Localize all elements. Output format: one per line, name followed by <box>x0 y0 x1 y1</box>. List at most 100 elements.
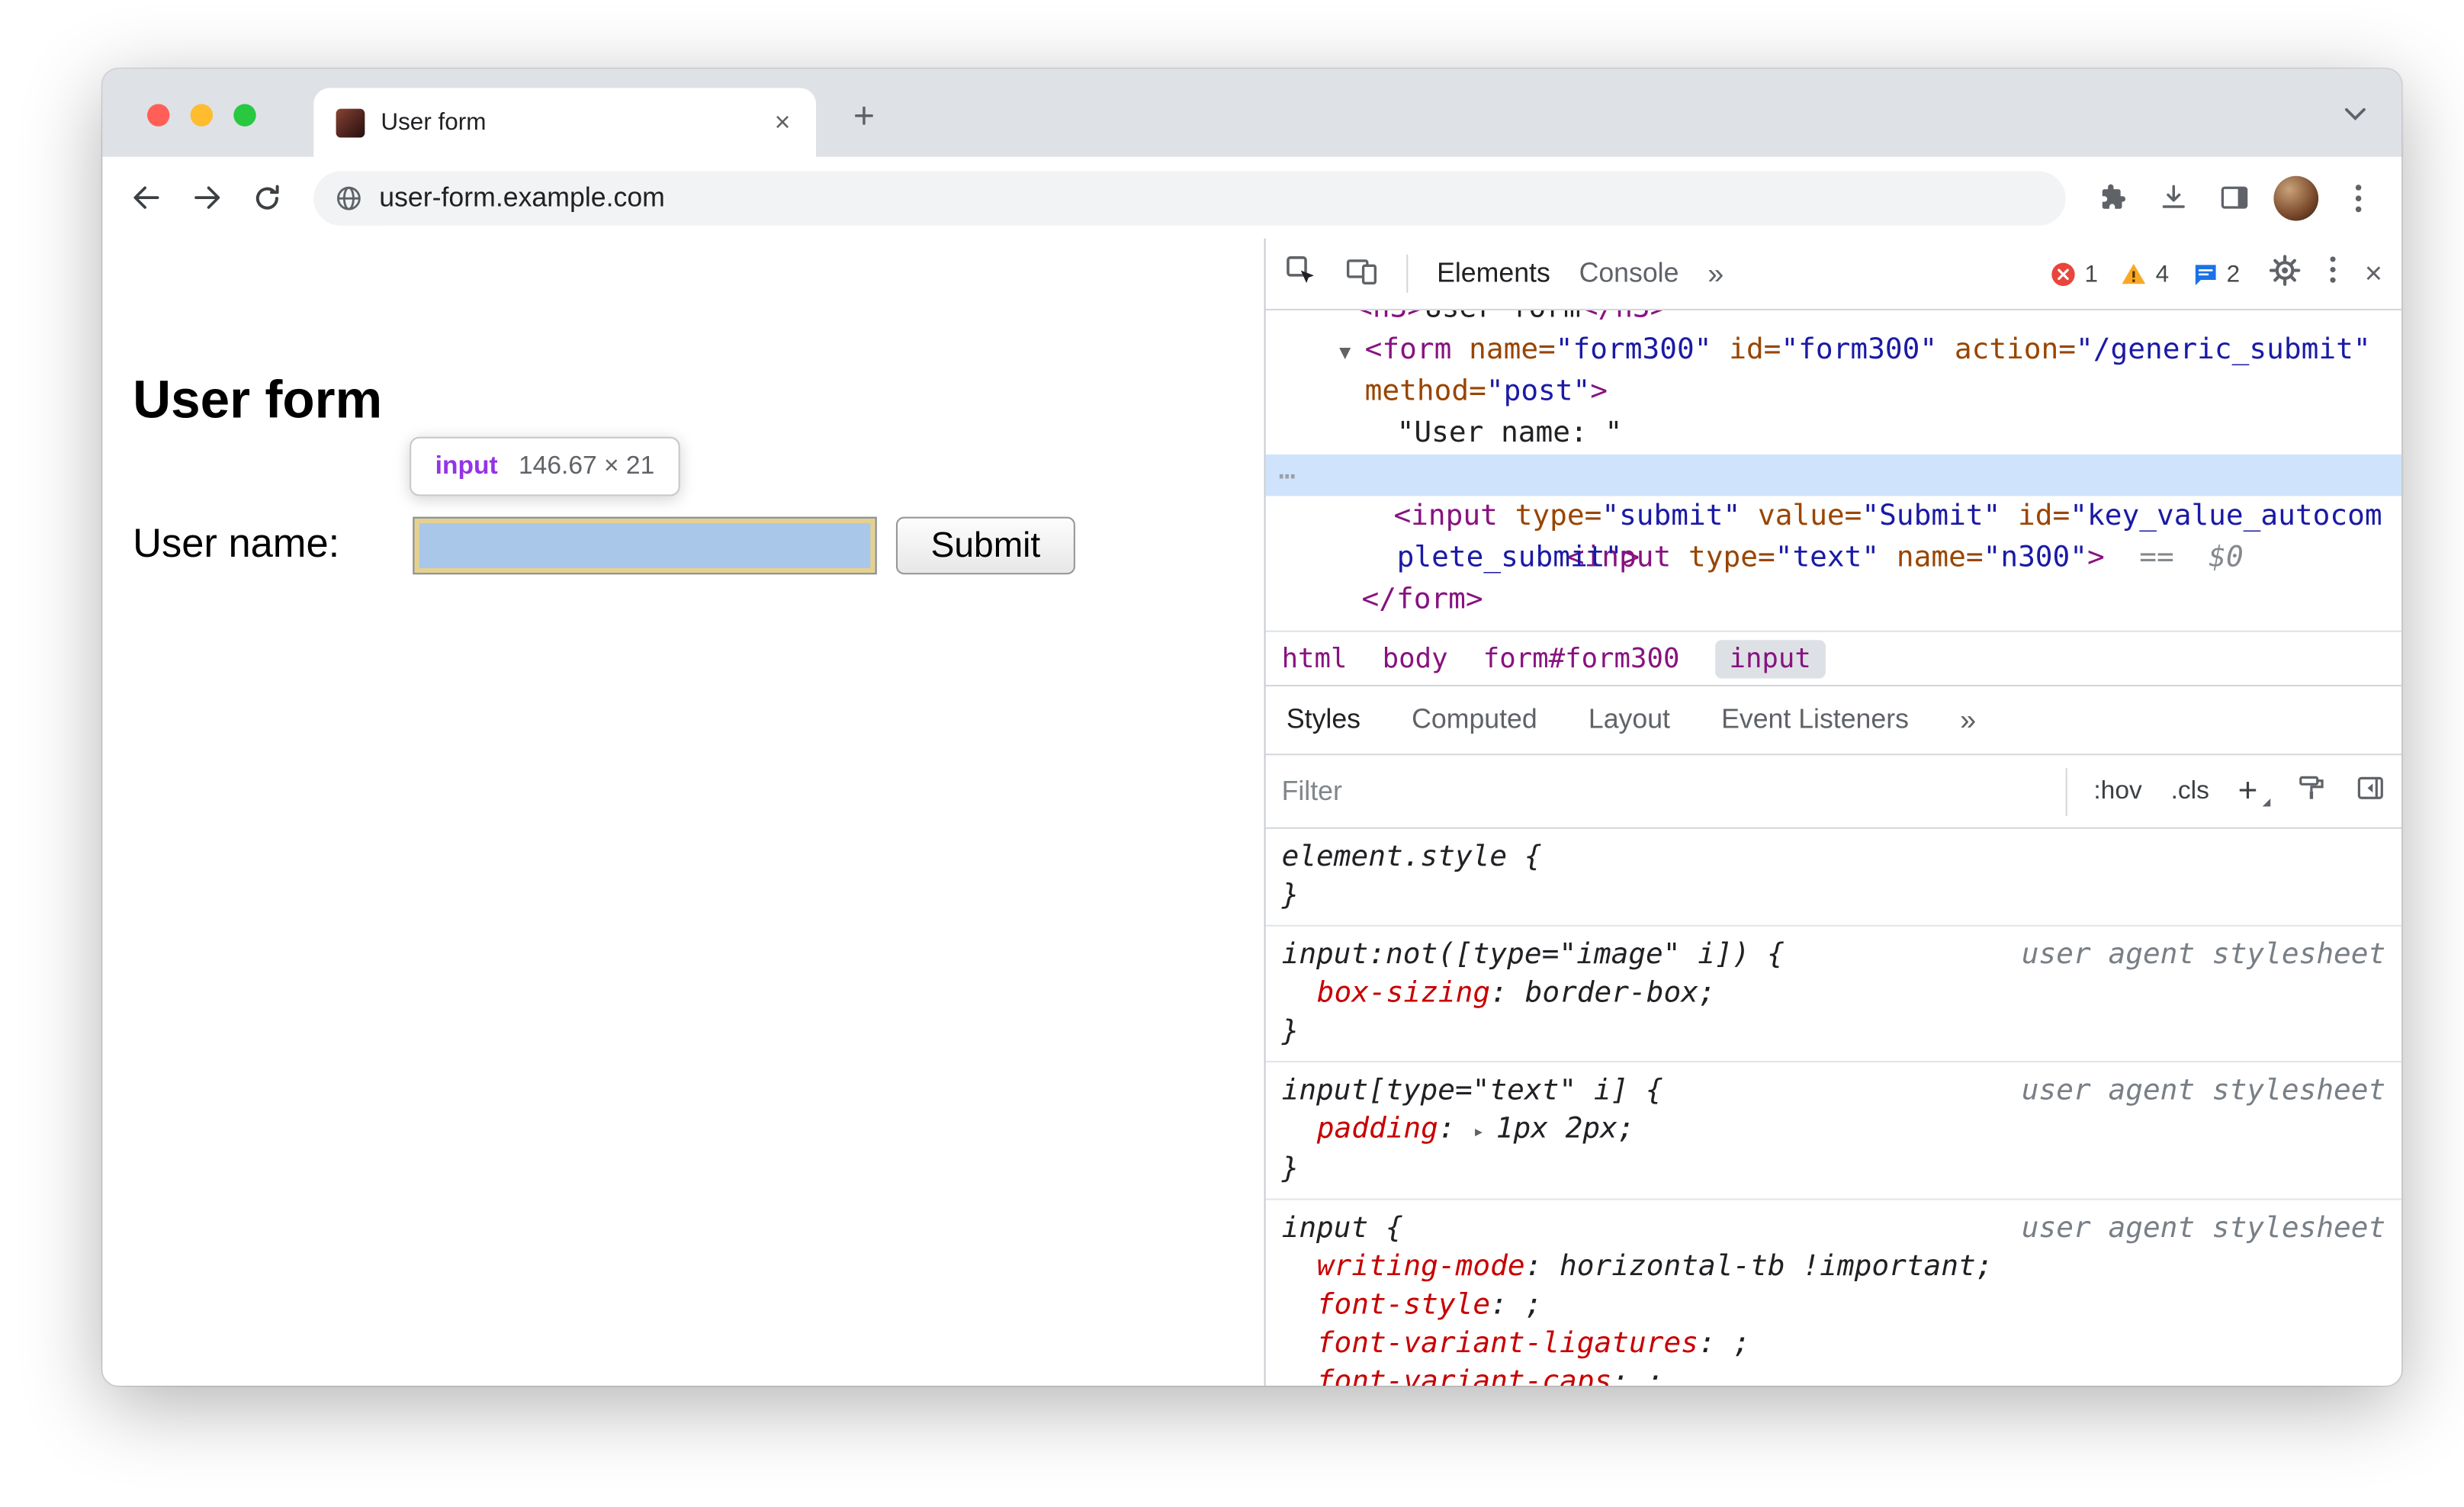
devtools-close-button[interactable]: × <box>2365 259 2382 289</box>
dom-tree-line-form-close[interactable]: </form> <box>1266 580 2402 622</box>
reload-button[interactable] <box>240 170 294 224</box>
reload-icon <box>255 184 279 209</box>
dom-tree-line-clipped[interactable]: <h3>User form</h3> <box>1266 310 2402 329</box>
token-val: plete_submit" <box>1396 541 1623 575</box>
side-panel-button[interactable] <box>2206 170 2260 224</box>
downloads-button[interactable] <box>2146 170 2200 224</box>
tab-close-icon[interactable]: × <box>771 107 793 139</box>
dom-tree-line-submit-input[interactable]: <input type="submit" value="Submit" id="… <box>1266 496 2402 538</box>
browser-tab[interactable]: User form × <box>313 88 817 157</box>
profile-avatar[interactable] <box>2273 175 2319 220</box>
token-tag: <h3> <box>1355 310 1425 325</box>
token-attr: method= <box>1364 374 1486 409</box>
error-icon <box>2051 262 2075 285</box>
tab-event-listeners[interactable]: Event Listeners <box>1721 704 1909 736</box>
css-declaration-font-variant-ligatures[interactable]: font-variant-ligatures: ; <box>1282 1325 2386 1363</box>
devtools-toolbar: Elements Console » 1 4 2 × <box>1265 239 2402 311</box>
toggle-hov-button[interactable]: :hov <box>2093 777 2141 806</box>
window-close-button[interactable] <box>147 104 170 127</box>
devtools-panel: Elements Console » 1 4 2 × ▼ <form name=… <box>1264 238 2402 1386</box>
style-rule-input: input { user agent stylesheet writing-mo… <box>1266 1200 2402 1386</box>
token-attr: name= <box>1451 333 1556 367</box>
css-declaration-font-variant-caps[interactable]: font-variant-caps: ; <box>1282 1364 2386 1386</box>
rendering-emulation-button[interactable] <box>2296 772 2327 810</box>
error-badge[interactable]: 1 <box>2049 260 2098 288</box>
devtools-settings-button[interactable] <box>2269 254 2301 294</box>
css-declaration-writing-mode[interactable]: writing-mode: horizontal-tb !important; <box>1282 1248 2386 1287</box>
rule-selector[interactable]: input:not([type="image" i]) { <box>1282 936 1785 974</box>
rule-origin: user agent stylesheet <box>2021 937 2386 972</box>
token-txt: "User name: " <box>1396 416 1623 450</box>
more-sidebar-tabs-icon[interactable]: » <box>1960 703 1976 737</box>
dom-tree-line-submit-wrap[interactable]: plete_submit"> <box>1266 538 2402 580</box>
browser-toolbar: user-form.example.com <box>102 156 2402 239</box>
tab-computed[interactable]: Computed <box>1412 704 1537 736</box>
side-panel-icon <box>2220 186 2247 209</box>
breadcrumb-form[interactable]: form#form300 <box>1483 642 1680 674</box>
inspect-element-button[interactable] <box>1285 254 1317 294</box>
token-tag: </h3> <box>1581 310 1668 325</box>
kebab-menu-icon <box>2330 256 2336 283</box>
styles-filter-input[interactable] <box>1281 775 2067 808</box>
token-pv: : ; <box>1698 1326 1751 1361</box>
message-badge[interactable]: 2 <box>2191 260 2240 288</box>
styles-pane: element.style { } input:not([type="image… <box>1265 827 2402 1386</box>
rule-selector[interactable]: input { <box>1282 1210 1403 1248</box>
forward-button[interactable] <box>179 170 233 224</box>
dom-tree-line-form-open[interactable]: ▼ <form name="form300" id="form300" actio… <box>1266 329 2402 371</box>
breadcrumb-body[interactable]: body <box>1383 642 1448 674</box>
error-count: 1 <box>2084 259 2099 288</box>
window-content: User form input 146.67 × 21 User name: S… <box>102 238 2402 1386</box>
token-attr: id= <box>2000 499 2070 533</box>
token-pv: : ; <box>1611 1364 1664 1386</box>
css-declaration-font-style[interactable]: font-style: ; <box>1282 1287 2386 1325</box>
username-input[interactable] <box>413 516 877 575</box>
tab-styles[interactable]: Styles <box>1287 704 1361 736</box>
globe-icon <box>336 185 361 210</box>
rule-origin: user agent stylesheet <box>2021 1211 2386 1245</box>
dom-tree-line-input-selected[interactable]: … <input type="text" name="n300"> == $0 <box>1265 453 2402 574</box>
tab-search-chevron-icon[interactable] <box>2344 101 2366 130</box>
tab-layout[interactable]: Layout <box>1589 704 1670 736</box>
css-declaration-box-sizing[interactable]: box-sizing: border-box; <box>1282 975 2386 1013</box>
device-toolbar-button[interactable] <box>1346 254 1378 294</box>
token-prop: font-variant-caps <box>1316 1364 1612 1386</box>
rule-close-brace: } <box>1281 878 1299 912</box>
devtools-menu-button[interactable] <box>2330 256 2336 291</box>
toggle-cls-button[interactable]: .cls <box>2171 777 2209 806</box>
breadcrumb-input[interactable]: input <box>1714 639 1826 678</box>
extensions-button[interactable] <box>2085 170 2139 224</box>
tab-console[interactable]: Console <box>1579 258 1679 290</box>
dom-tree-line-form-wrap[interactable]: method="post"> <box>1266 371 2402 413</box>
new-tab-button[interactable]: + <box>838 89 889 140</box>
row-overflow-icon[interactable]: … <box>1278 450 1297 492</box>
token-sel: input[type="text" i] { <box>1281 1073 1663 1107</box>
web-page: User form input 146.67 × 21 User name: S… <box>102 238 1264 1386</box>
tab-strip: User form × + <box>102 69 2402 157</box>
token-pv: : horizontal-tb !important; <box>1524 1249 1993 1284</box>
rule-selector[interactable]: input[type="text" i] { <box>1282 1072 1663 1110</box>
breadcrumb-html[interactable]: html <box>1282 642 1348 674</box>
window-zoom-button[interactable] <box>233 104 256 127</box>
css-declaration-padding[interactable]: padding: ▸ 1px 2px; <box>1282 1110 2386 1150</box>
new-style-rule-button[interactable]: + <box>2238 774 2271 808</box>
puzzle-icon <box>2101 184 2125 209</box>
page-heading: User form <box>133 369 383 429</box>
back-button[interactable] <box>118 170 172 224</box>
token-pv: : <box>1438 1112 1473 1146</box>
username-label: User name: <box>133 521 340 567</box>
address-bar[interactable]: user-form.example.com <box>313 170 2066 225</box>
token-val: "/generic_submit" <box>2076 333 2371 367</box>
more-panels-icon[interactable]: » <box>1707 257 1724 291</box>
warning-icon <box>2122 262 2146 284</box>
submit-button[interactable]: Submit <box>895 516 1075 575</box>
message-count: 2 <box>2226 259 2241 288</box>
token-attr: id= <box>1711 333 1781 367</box>
browser-menu-button[interactable] <box>2331 170 2385 224</box>
rule-selector[interactable]: element.style { <box>1282 838 1542 876</box>
window-minimize-button[interactable] <box>190 104 214 127</box>
tab-elements[interactable]: Elements <box>1437 258 1550 290</box>
warning-badge[interactable]: 4 <box>2120 260 2169 288</box>
dom-tree-line-text-node[interactable]: "User name: " <box>1266 413 2402 455</box>
computed-sidebar-toggle-button[interactable] <box>2355 772 2385 810</box>
